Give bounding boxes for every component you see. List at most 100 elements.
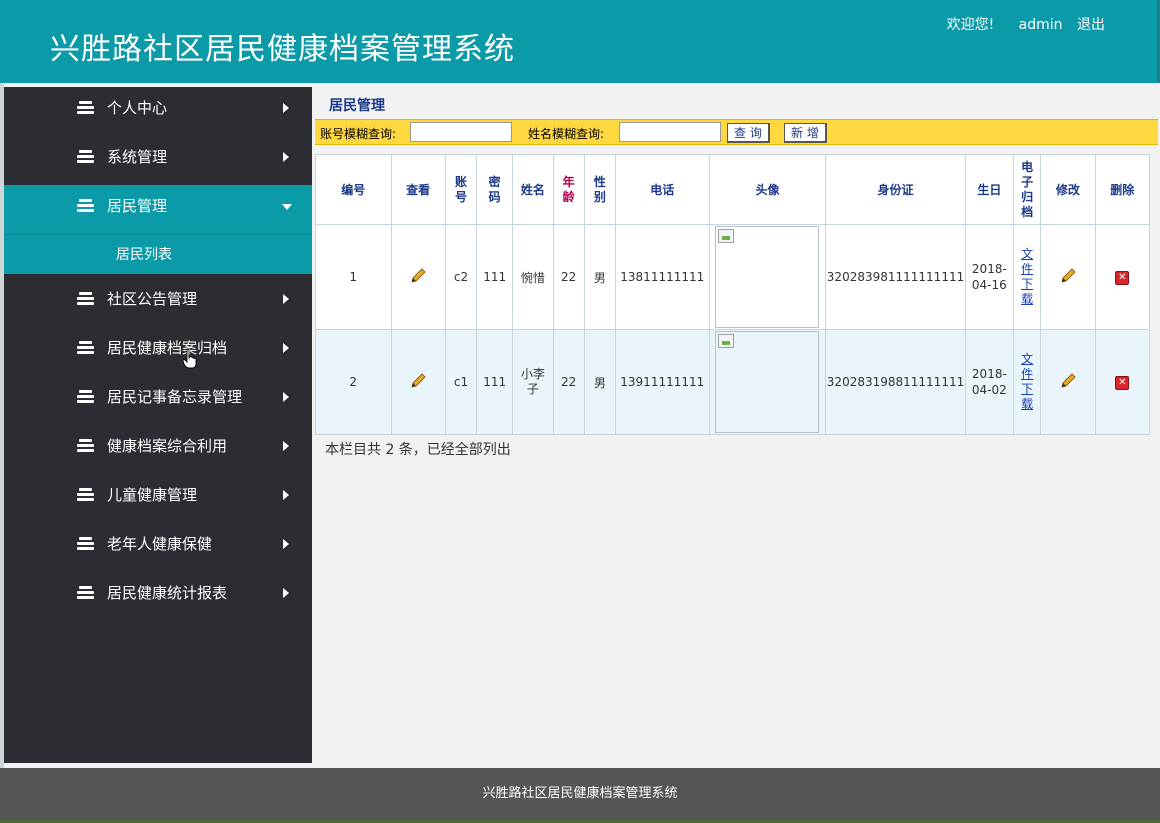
column-header: 生日 bbox=[964, 154, 1015, 225]
cell-birthday: 2018-04-16 bbox=[964, 224, 1015, 330]
cell-phone: 13911111111 bbox=[614, 329, 710, 435]
chevron-right-icon bbox=[283, 588, 289, 598]
column-header: 头像 bbox=[708, 154, 827, 225]
sidebar-item-label: 居民管理 bbox=[107, 197, 168, 215]
cell-name: 小李子 bbox=[512, 329, 554, 435]
sidebar-item-elderly-care[interactable]: 老年人健康保健 bbox=[4, 523, 312, 572]
list-icon bbox=[77, 150, 94, 163]
delete-icon[interactable]: ✕ bbox=[1115, 376, 1130, 390]
chevron-right-icon bbox=[283, 441, 289, 451]
cell-password: 111 bbox=[476, 329, 514, 435]
pencil-edit-icon[interactable] bbox=[1059, 372, 1077, 390]
page-title: 居民管理 bbox=[329, 98, 385, 114]
list-icon bbox=[77, 292, 94, 305]
sidebar-item-resident-management[interactable]: 居民管理 bbox=[4, 185, 312, 234]
column-header: 电话 bbox=[614, 154, 710, 225]
column-header: 密码 bbox=[476, 154, 514, 225]
column-header: 修改 bbox=[1040, 154, 1096, 225]
search-bar: 账号模糊查询: 姓名模糊查询: 查 询 新 增 bbox=[315, 119, 1158, 145]
sidebar-item-community-notice[interactable]: 社区公告管理 bbox=[4, 278, 312, 327]
avatar bbox=[715, 331, 820, 433]
cell-account: c1 bbox=[444, 329, 478, 435]
table-row: 1 c2 111 惋惜 22 男 13811111111 32028398111… bbox=[315, 224, 1151, 330]
pencil-view-icon[interactable] bbox=[409, 267, 427, 285]
footer: 兴胜路社区居民健康档案管理系统 bbox=[0, 768, 1160, 820]
column-header: 性别 bbox=[583, 154, 616, 225]
list-icon bbox=[77, 586, 94, 599]
sidebar-item-system-management[interactable]: 系统管理 bbox=[4, 136, 312, 185]
name-search-input[interactable] bbox=[619, 122, 721, 142]
account-search-label: 账号模糊查询: bbox=[320, 127, 397, 141]
sidebar-item-archive-utilization[interactable]: 健康档案综合利用 bbox=[4, 425, 312, 474]
cell-id-card: 320283198811111111 bbox=[825, 329, 966, 435]
cell-name: 惋惜 bbox=[512, 224, 554, 330]
cell-age: 22 bbox=[552, 224, 585, 330]
chevron-right-icon bbox=[283, 539, 289, 549]
cell-gender: 男 bbox=[583, 329, 616, 435]
list-icon bbox=[77, 439, 94, 452]
sidebar-item-child-health[interactable]: 儿童健康管理 bbox=[4, 474, 312, 523]
name-search-label: 姓名模糊查询: bbox=[528, 127, 605, 141]
chevron-right-icon bbox=[283, 103, 289, 113]
sidebar-item-label: 居民记事备忘录管理 bbox=[107, 388, 243, 406]
sidebar-item-personal-center[interactable]: 个人中心 bbox=[4, 87, 312, 136]
app-header: 兴胜路社区居民健康档案管理系统 欢迎您! admin 退出 bbox=[0, 0, 1160, 83]
cell-id: 2 bbox=[315, 329, 392, 435]
column-header: 编号 bbox=[315, 154, 392, 225]
chevron-right-icon bbox=[283, 152, 289, 162]
table-header-row: 编号 查看 账号 密码 姓名 年龄 性别 电话 头像 身份证 生日 电子归档 修… bbox=[315, 154, 1151, 225]
column-header: 删除 bbox=[1094, 154, 1151, 225]
add-button[interactable]: 新 增 bbox=[784, 123, 827, 143]
app-title: 兴胜路社区居民健康档案管理系统 bbox=[50, 32, 515, 67]
pencil-view-icon[interactable] bbox=[409, 372, 427, 390]
cell-birthday: 2018-04-02 bbox=[964, 329, 1015, 435]
sidebar-item-label: 健康档案综合利用 bbox=[107, 437, 228, 455]
sidebar-item-label: 社区公告管理 bbox=[107, 290, 198, 308]
cell-phone: 13811111111 bbox=[614, 224, 710, 330]
cell-id: 1 bbox=[315, 224, 392, 330]
sidebar-item-label: 个人中心 bbox=[107, 99, 168, 117]
cell-account: c2 bbox=[444, 224, 478, 330]
username-link[interactable]: admin bbox=[1019, 17, 1063, 33]
main-content: 居民管理 账号模糊查询: 姓名模糊查询: 查 询 新 增 编号 查看 账号 密码… bbox=[315, 87, 1158, 763]
resident-table: 编号 查看 账号 密码 姓名 年龄 性别 电话 头像 身份证 生日 电子归档 修… bbox=[315, 154, 1151, 435]
chevron-right-icon bbox=[283, 343, 289, 353]
list-icon bbox=[77, 341, 94, 354]
cell-age: 22 bbox=[552, 329, 585, 435]
column-header: 账号 bbox=[444, 154, 478, 225]
column-header[interactable]: 年龄 bbox=[552, 154, 585, 225]
list-icon bbox=[77, 101, 94, 114]
chevron-right-icon bbox=[283, 490, 289, 500]
column-header: 电子归档 bbox=[1013, 154, 1042, 225]
file-download-link[interactable]: 文件下载 bbox=[1020, 352, 1034, 412]
column-header: 查看 bbox=[390, 154, 446, 225]
account-search-input[interactable] bbox=[410, 122, 512, 142]
chevron-right-icon bbox=[283, 392, 289, 402]
file-download-link[interactable]: 文件下载 bbox=[1020, 247, 1034, 307]
cell-id-card: 320283981111111111 bbox=[825, 224, 966, 330]
table-row: 2 c1 111 小李子 22 男 13911111111 3202831988… bbox=[315, 329, 1151, 435]
delete-icon[interactable]: ✕ bbox=[1115, 271, 1130, 285]
sidebar: 个人中心 系统管理 居民管理 居民列表 社区公告管理 居民健康档案归档 居民记事… bbox=[4, 87, 312, 763]
query-button[interactable]: 查 询 bbox=[727, 123, 770, 143]
sidebar-item-label: 居民健康档案归档 bbox=[107, 339, 228, 357]
sidebar-item-label: 系统管理 bbox=[107, 148, 168, 166]
welcome-text: 欢迎您! bbox=[946, 17, 995, 33]
sidebar-item-health-archive[interactable]: 居民健康档案归档 bbox=[4, 327, 312, 376]
list-icon bbox=[77, 537, 94, 550]
cell-gender: 男 bbox=[583, 224, 616, 330]
sidebar-item-label: 老年人健康保健 bbox=[107, 535, 213, 553]
broken-image-icon bbox=[718, 229, 735, 243]
sidebar-item-memo-management[interactable]: 居民记事备忘录管理 bbox=[4, 376, 312, 425]
logout-link[interactable]: 退出 bbox=[1077, 17, 1105, 33]
list-icon bbox=[77, 199, 94, 212]
chevron-down-icon bbox=[282, 204, 292, 210]
hand-cursor-icon bbox=[183, 349, 197, 369]
list-icon bbox=[77, 488, 94, 501]
pencil-edit-icon[interactable] bbox=[1059, 267, 1077, 285]
sidebar-item-label: 居民健康统计报表 bbox=[107, 584, 228, 602]
sidebar-item-statistics-report[interactable]: 居民健康统计报表 bbox=[4, 572, 312, 621]
column-header: 身份证 bbox=[825, 154, 966, 225]
sidebar-subitem-resident-list[interactable]: 居民列表 bbox=[4, 234, 312, 274]
list-summary: 本栏目共 2 条，已经全部列出 bbox=[325, 442, 511, 458]
